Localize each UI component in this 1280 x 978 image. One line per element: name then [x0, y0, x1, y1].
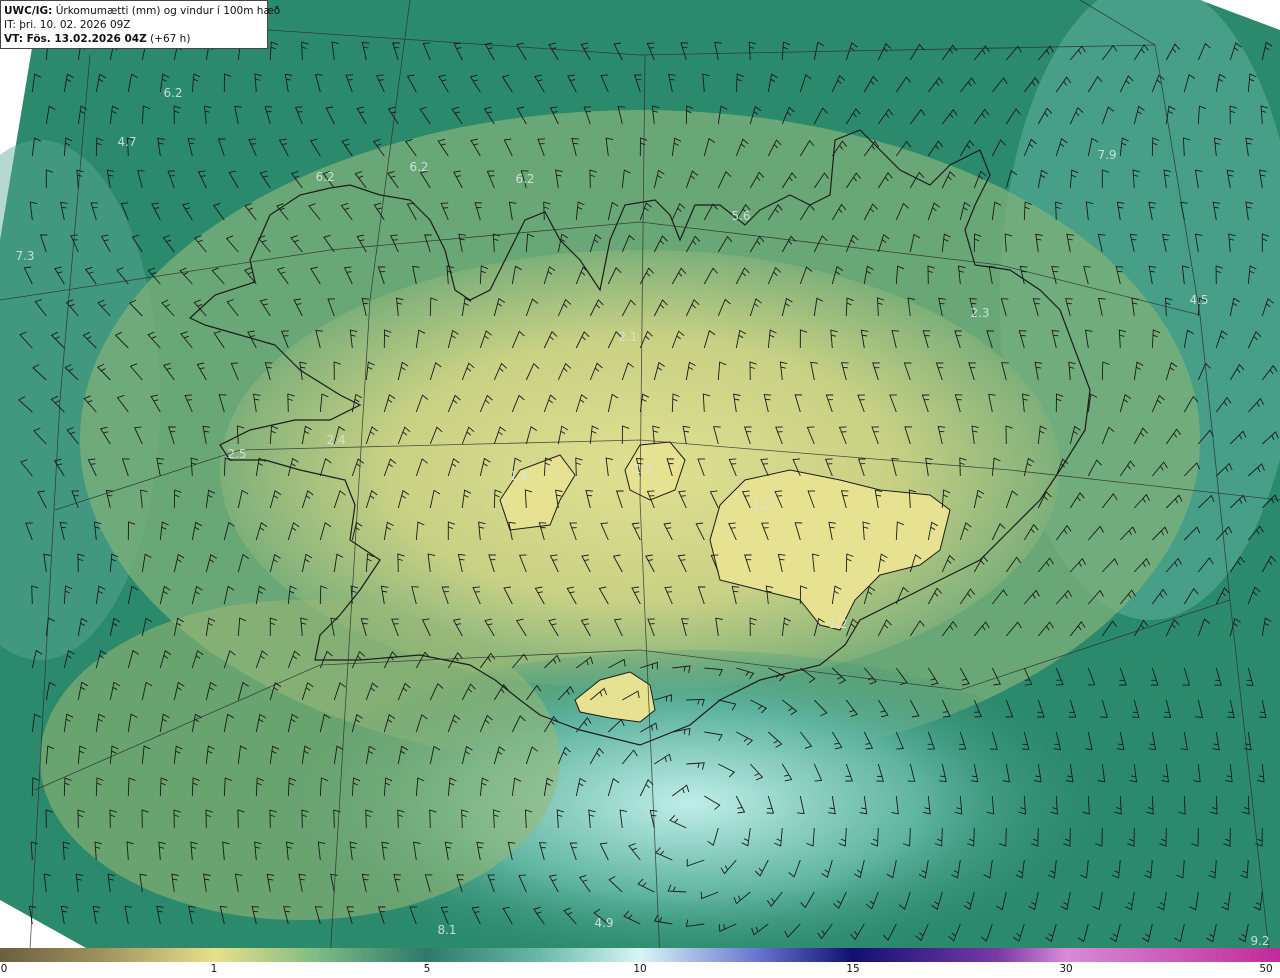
precip-value-label: 2.5 [227, 447, 246, 461]
precip-value-label: 1.2 [752, 498, 771, 512]
colorbar-tick-1: 1 [210, 963, 218, 975]
map-header-legend: UWC/IG: Úrkomumætti (mm) og vindur í 100… [0, 0, 280, 49]
precip-value-label: 1.2 [828, 617, 847, 631]
precip-value-label: 6.2 [409, 160, 428, 174]
colorbar-tick-30: 30 [1059, 963, 1073, 975]
colorbar-tick-0: 0 [0, 963, 8, 975]
precip-value-label: 8.1 [437, 923, 456, 937]
product-line: UWC/IG: Úrkomumætti (mm) og vindur í 100… [4, 4, 280, 18]
precip-southwest-band [40, 600, 560, 920]
valid-time-label: VT: Fös. 13.02.2026 04Z [4, 33, 147, 45]
weather-map: 6.2 4.7 6.2 6.2 6.2 5.6 7.3 7.9 2.3 4.5 2.4 2.5 1.5 1… [0, 0, 1280, 978]
precip-value-label: 5.6 [731, 209, 750, 223]
precip-value-label: 1.2 [633, 462, 652, 476]
init-time-line: IT: þri. 10. 02. 2026 09Z [4, 19, 131, 31]
precip-value-label: 4.7 [117, 135, 136, 149]
product-label: UWC/IG: [4, 5, 53, 17]
precip-value-label: 9.2 [1250, 934, 1269, 948]
colorbar-tick-labels: 0 1 5 10 15 30 50 [0, 962, 1280, 978]
precip-value-label: 6.2 [315, 170, 334, 184]
valid-time-line: VT: Fös. 13.02.2026 04Z (+67 h) [4, 32, 267, 46]
precip-value-label: 1.5 [509, 469, 528, 483]
precip-value-label: 4.9 [594, 916, 613, 930]
precip-value-label: 4.5 [1189, 293, 1208, 307]
precip-value-label: 7.3 [15, 249, 34, 263]
precip-value-label: 7.9 [1097, 148, 1116, 162]
precip-value-label: 2.4 [326, 433, 345, 447]
precip-value-label: 6.2 [515, 172, 534, 186]
precip-value-label: 2.1 [618, 330, 637, 344]
precip-value-label: 6.2 [163, 86, 182, 100]
precip-value-label: 2.3 [970, 306, 989, 320]
colorbar-tick-15: 15 [846, 963, 860, 975]
valid-time-offset: (+67 h) [150, 33, 191, 45]
colorbar-tick-10: 10 [633, 963, 647, 975]
forecast-map-canvas: 6.2 4.7 6.2 6.2 6.2 5.6 7.3 7.9 2.3 4.5 2.4 2.5 1.5 1… [0, 0, 1280, 978]
colorbar-tick-50: 50 [1259, 963, 1273, 975]
product-description: Úrkomumætti (mm) og vindur í 100m hæð [55, 5, 281, 17]
colorbar-tick-5: 5 [423, 963, 431, 975]
colorbar [0, 948, 1280, 962]
